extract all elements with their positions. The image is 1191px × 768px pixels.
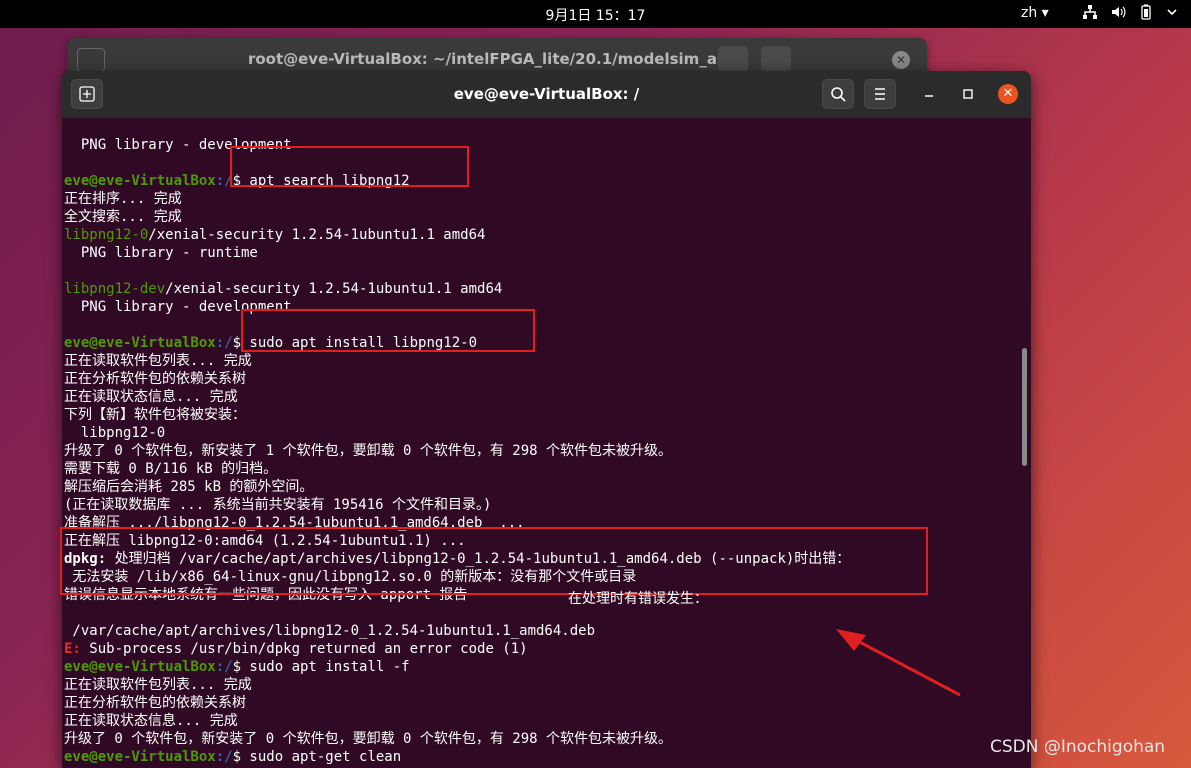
close-button[interactable]: ✕	[892, 51, 910, 69]
output-line: PNG library - development	[64, 299, 292, 315]
annotation-box-search	[230, 146, 469, 187]
output-line: 需要下载 0 B/116 kB 的归档。	[64, 461, 278, 477]
output-line: 升级了 0 个软件包，新安装了 1 个软件包，要卸载 0 个软件包，有 298 …	[64, 443, 672, 459]
output-line: PNG library - development	[64, 137, 292, 153]
scrollbar-thumb[interactable]	[1022, 348, 1027, 466]
minimize-icon[interactable]	[922, 87, 936, 101]
window-title: root@eve-VirtualBox: ~/intelFPGA_lite/20…	[247, 50, 737, 68]
search-button[interactable]	[718, 46, 748, 72]
output-line: 正在分析软件包的依赖关系树	[64, 371, 246, 387]
close-button[interactable]: ✕	[998, 84, 1018, 104]
annotation-box-install	[241, 309, 535, 352]
clock[interactable]: 9月1日 15：17	[0, 5, 1191, 25]
volume-icon[interactable]	[1110, 4, 1126, 20]
hamburger-menu-button[interactable]	[864, 79, 896, 109]
search-icon	[831, 87, 846, 102]
output-line: 正在排序... 完成	[64, 191, 182, 207]
annotation-box-error	[60, 527, 928, 595]
input-language-indicator[interactable]: zh ▾	[1021, 5, 1049, 21]
output-line: 解压缩后会消耗 285 kB 的额外空间。	[64, 479, 314, 495]
output-line: libpng12-0	[64, 425, 166, 441]
system-tray[interactable]	[1082, 4, 1182, 20]
output-line: PNG library - runtime	[64, 245, 258, 261]
output-line: 正在读取软件包列表... 完成	[64, 353, 252, 369]
prompt-line: eve@eve-VirtualBox:/$ sudo apt-get clean	[64, 749, 402, 765]
prompt-line: eve@eve-VirtualBox:/$ sudo apt install l…	[64, 335, 478, 351]
power-menu-icon[interactable]	[1166, 4, 1182, 20]
overlay-text: 在处理时有错误发生：	[568, 591, 708, 607]
output-line: 全文搜索... 完成	[64, 209, 182, 225]
search-button[interactable]	[822, 79, 854, 109]
output-line: 正在读取状态信息... 完成	[64, 389, 238, 405]
network-icon[interactable]	[1082, 4, 1098, 20]
output-line: 下列【新】软件包将被安装：	[64, 407, 246, 423]
system-top-bar: 9月1日 15：17 zh ▾	[0, 0, 1191, 28]
annotation-arrow-icon	[836, 629, 961, 697]
watermark: CSDN @Inochigohan	[990, 737, 1166, 757]
output-line: 正在读取状态信息... 完成	[64, 713, 238, 729]
output-line: libpng12-dev/xenial-security 1.2.54-1ubu…	[64, 281, 503, 297]
output-line: libpng12-0/xenial-security 1.2.54-1ubunt…	[64, 227, 486, 243]
output-line: 升级了 0 个软件包，新安装了 0 个软件包，要卸载 0 个软件包，有 298 …	[64, 731, 672, 747]
menu-button[interactable]	[761, 46, 791, 72]
prompt-line: eve@eve-VirtualBox:/$ apt search libpng1…	[64, 173, 410, 189]
battery-icon[interactable]	[1138, 4, 1154, 20]
title-bar[interactable]: eve@eve-VirtualBox: / ✕	[62, 71, 1031, 118]
maximize-icon[interactable]	[961, 87, 975, 101]
output-line: (正在读取数据库 ... 系统当前共安装有 195416 个文件和目录。)	[64, 497, 492, 513]
hamburger-icon	[875, 88, 885, 100]
